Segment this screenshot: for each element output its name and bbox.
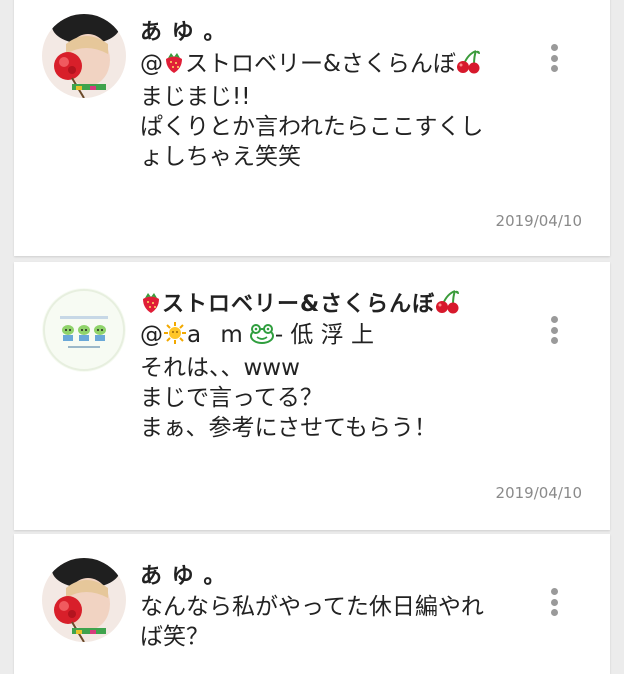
comment-card: ストロベリー&さくらんぼ @ a m- 低 浮 上 それは、、www まじで言って… xyxy=(14,262,610,530)
avatar[interactable] xyxy=(42,14,126,98)
comment-line: まじまじ!! xyxy=(140,84,251,110)
more-options-icon[interactable] xyxy=(550,316,558,344)
comment-body: なんなら私がやってた休日編やれ ば笑？ xyxy=(140,592,520,652)
comment-line: まじで言ってる？ xyxy=(140,385,323,411)
comment-feed: あ ゆ 。 @ ストロベリー&さくらんぼ まじまじ!! ぱくりとか言われたらここす… xyxy=(0,0,624,674)
more-options-icon[interactable] xyxy=(550,44,558,72)
post-date: 2019/04/10 xyxy=(495,484,582,502)
mention[interactable]: @ a m- 低 浮 上 xyxy=(140,320,520,353)
frog-icon xyxy=(249,323,275,353)
comment-line: ょしちゃえ笑笑 xyxy=(140,144,301,170)
more-options-icon[interactable] xyxy=(550,588,558,616)
avatar[interactable] xyxy=(42,288,126,372)
comment-line: ぱくりとか言われたらここすくし xyxy=(140,114,484,140)
strawberry-icon xyxy=(140,290,162,320)
author-name[interactable]: あ ゆ 。 xyxy=(140,14,226,46)
comment-card: あ ゆ 。 なんなら私がやってた休日編やれ ば笑？ xyxy=(14,534,610,674)
sun-icon xyxy=(163,321,187,353)
cherry-icon xyxy=(456,48,482,82)
comment-body: @ a m- 低 浮 上 それは、、www まじで言ってる？ まぁ、参考にさせても… xyxy=(140,320,520,443)
mention[interactable]: @ ストロベリー&さくらんぼ xyxy=(140,48,520,82)
comment-line: なんなら私がやってた休日編やれ xyxy=(140,594,484,620)
avatar[interactable] xyxy=(42,558,126,642)
author-name[interactable]: ストロベリー&さくらんぼ xyxy=(140,286,461,320)
comment-card: あ ゆ 。 @ ストロベリー&さくらんぼ まじまじ!! ぱくりとか言われたらここす… xyxy=(14,0,610,256)
strawberry-icon xyxy=(163,50,185,82)
cherry-icon xyxy=(435,288,461,320)
comment-body: @ ストロベリー&さくらんぼ まじまじ!! ぱくりとか言われたらここすくし ょしち… xyxy=(140,48,520,172)
author-name[interactable]: あ ゆ 。 xyxy=(140,558,226,590)
post-date: 2019/04/10 xyxy=(495,212,582,230)
comment-line: それは、、www xyxy=(140,355,300,381)
comment-line: ば笑？ xyxy=(140,624,209,650)
comment-line: まぁ、参考にさせてもらう！ xyxy=(140,415,437,441)
